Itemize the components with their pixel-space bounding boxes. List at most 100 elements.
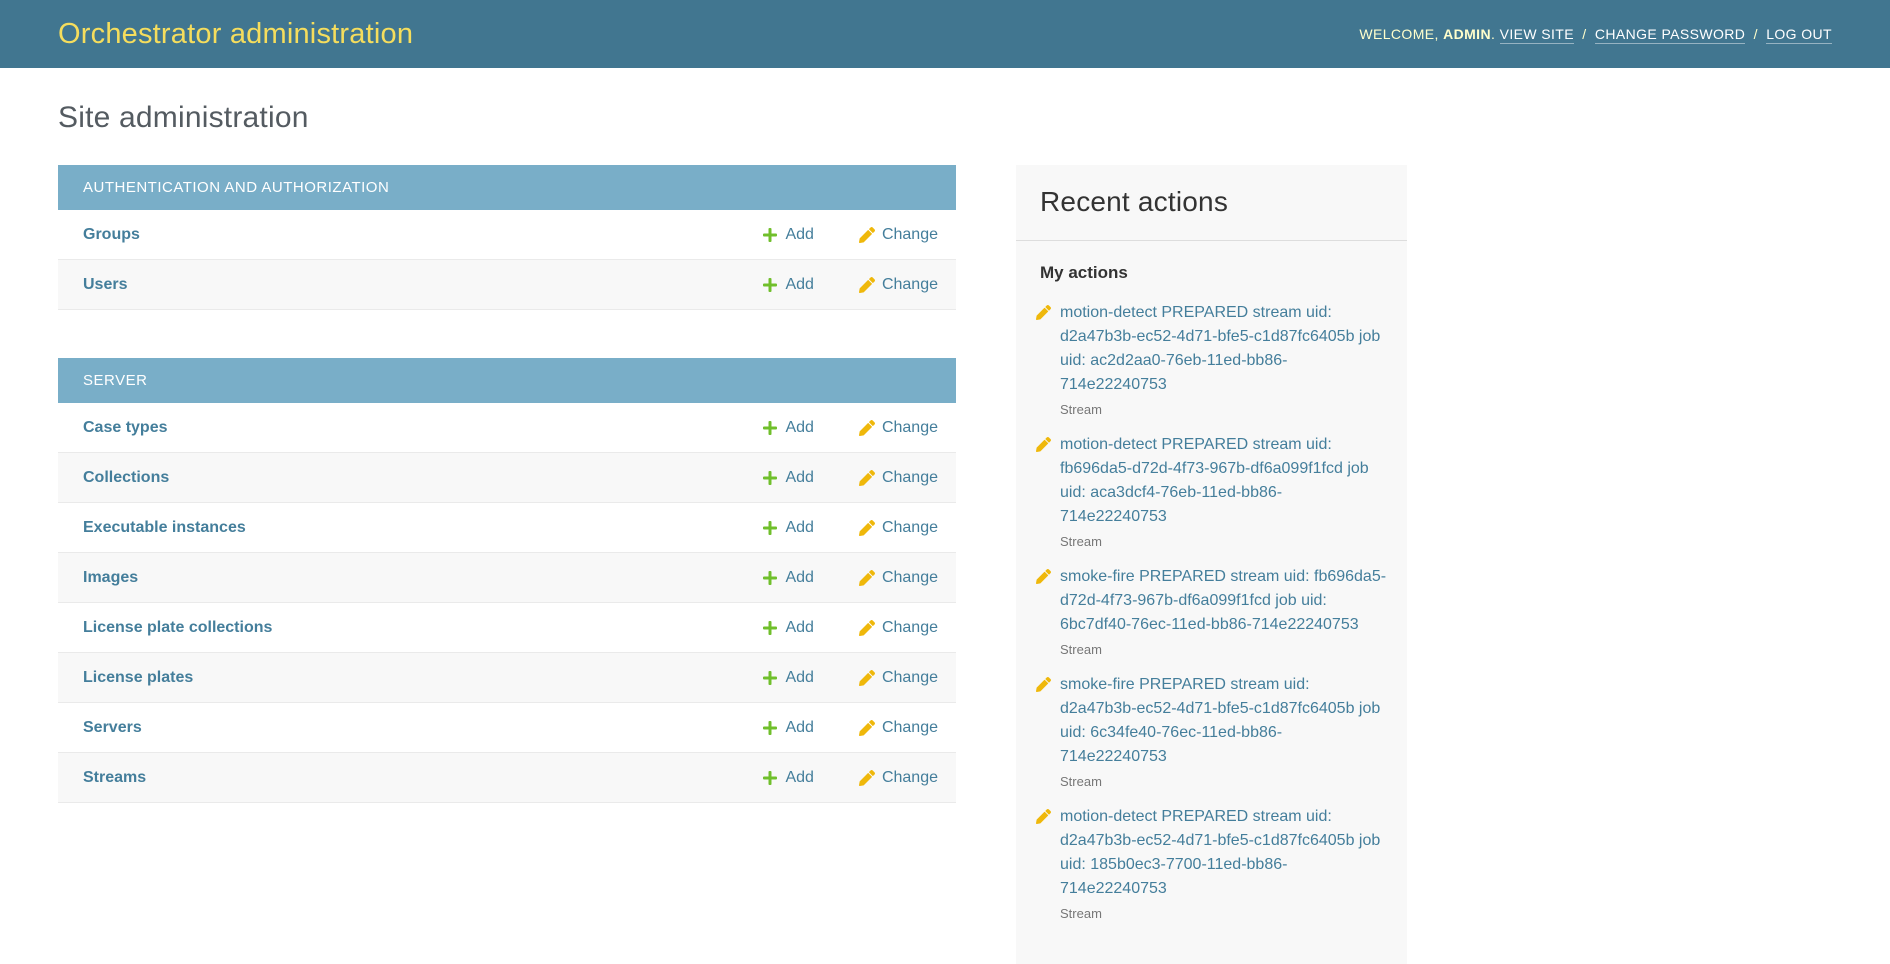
module-authentication: Authentication and Authorization Groups … bbox=[58, 165, 956, 310]
add-images-button[interactable]: Add bbox=[762, 569, 813, 587]
table-row: Executable instances Add Change bbox=[58, 503, 956, 553]
change-case-types-button[interactable]: Change bbox=[859, 419, 938, 437]
add-label: Add bbox=[785, 669, 813, 687]
table-row: Collections Add Change bbox=[58, 453, 956, 503]
view-site-link[interactable]: View site bbox=[1500, 26, 1574, 44]
model-link-images[interactable]: Images bbox=[83, 569, 762, 587]
pencil-icon bbox=[1036, 809, 1051, 824]
table-row: Case types Add Change bbox=[58, 403, 956, 453]
recent-action-type: Stream bbox=[1060, 402, 1387, 417]
change-password-link[interactable]: Change password bbox=[1595, 26, 1745, 44]
separator: / bbox=[1754, 26, 1758, 42]
plus-icon bbox=[762, 470, 778, 486]
list-item: smoke-fire PREPARED stream uid: fb696da5… bbox=[1036, 565, 1387, 657]
add-streams-button[interactable]: Add bbox=[762, 769, 813, 787]
model-link-license-plate-collections[interactable]: License plate collections bbox=[83, 619, 762, 637]
pencil-icon bbox=[1036, 677, 1051, 692]
change-images-button[interactable]: Change bbox=[859, 569, 938, 587]
table-row: License plate collections Add Change bbox=[58, 603, 956, 653]
add-label: Add bbox=[785, 569, 813, 587]
model-link-case-types[interactable]: Case types bbox=[83, 419, 762, 437]
module-server: Server Case types Add Change bbox=[58, 358, 956, 803]
list-item: motion-detect PREPARED stream uid: d2a47… bbox=[1036, 301, 1387, 417]
change-executable-instances-button[interactable]: Change bbox=[859, 519, 938, 537]
change-collections-button[interactable]: Change bbox=[859, 469, 938, 487]
recent-action-link[interactable]: smoke-fire PREPARED stream uid: fb696da5… bbox=[1060, 565, 1387, 637]
plus-icon bbox=[762, 720, 778, 736]
list-item: motion-detect PREPARED stream uid: d2a47… bbox=[1036, 805, 1387, 921]
add-users-button[interactable]: Add bbox=[762, 276, 813, 294]
pencil-icon bbox=[859, 420, 875, 436]
pencil-icon bbox=[859, 277, 875, 293]
change-label: Change bbox=[882, 519, 938, 537]
pencil-icon bbox=[859, 720, 875, 736]
change-label: Change bbox=[882, 226, 938, 244]
recent-action-link[interactable]: motion-detect PREPARED stream uid: d2a47… bbox=[1060, 301, 1387, 397]
model-link-servers[interactable]: Servers bbox=[83, 719, 762, 737]
plus-icon bbox=[762, 520, 778, 536]
plus-icon bbox=[762, 570, 778, 586]
add-label: Add bbox=[785, 226, 813, 244]
plus-icon bbox=[762, 770, 778, 786]
recent-action-link[interactable]: smoke-fire PREPARED stream uid: d2a47b3b… bbox=[1060, 673, 1387, 769]
add-collections-button[interactable]: Add bbox=[762, 469, 813, 487]
model-link-groups[interactable]: Groups bbox=[83, 226, 762, 244]
add-license-plates-button[interactable]: Add bbox=[762, 669, 813, 687]
recent-action-link[interactable]: motion-detect PREPARED stream uid: d2a47… bbox=[1060, 805, 1387, 901]
model-link-users[interactable]: Users bbox=[83, 276, 762, 294]
user-tools: Welcome, admin. View site / Change passw… bbox=[1359, 26, 1832, 42]
module-caption-server[interactable]: Server bbox=[58, 358, 956, 403]
table-row: Servers Add Change bbox=[58, 703, 956, 753]
pencil-icon bbox=[859, 770, 875, 786]
change-label: Change bbox=[882, 276, 938, 294]
model-link-license-plates[interactable]: License plates bbox=[83, 669, 762, 687]
change-streams-button[interactable]: Change bbox=[859, 769, 938, 787]
change-label: Change bbox=[882, 469, 938, 487]
add-groups-button[interactable]: Add bbox=[762, 226, 813, 244]
change-license-plates-button[interactable]: Change bbox=[859, 669, 938, 687]
model-link-streams[interactable]: Streams bbox=[83, 769, 762, 787]
username-dot: . bbox=[1491, 26, 1495, 42]
add-servers-button[interactable]: Add bbox=[762, 719, 813, 737]
recent-actions-list: motion-detect PREPARED stream uid: d2a47… bbox=[1036, 301, 1387, 921]
table-row: License plates Add Change bbox=[58, 653, 956, 703]
change-label: Change bbox=[882, 419, 938, 437]
recent-action-type: Stream bbox=[1060, 774, 1387, 789]
recent-action-link[interactable]: motion-detect PREPARED stream uid: fb696… bbox=[1060, 433, 1387, 529]
add-license-plate-collections-button[interactable]: Add bbox=[762, 619, 813, 637]
page-title: Site administration bbox=[58, 101, 1890, 135]
plus-icon bbox=[762, 277, 778, 293]
change-license-plate-collections-button[interactable]: Change bbox=[859, 619, 938, 637]
separator: / bbox=[1582, 26, 1586, 42]
add-label: Add bbox=[785, 276, 813, 294]
change-label: Change bbox=[882, 569, 938, 587]
change-users-button[interactable]: Change bbox=[859, 276, 938, 294]
change-label: Change bbox=[882, 769, 938, 787]
plus-icon bbox=[762, 620, 778, 636]
plus-icon bbox=[762, 227, 778, 243]
pencil-icon bbox=[859, 227, 875, 243]
add-label: Add bbox=[785, 469, 813, 487]
module-caption-authentication[interactable]: Authentication and Authorization bbox=[58, 165, 956, 210]
add-executable-instances-button[interactable]: Add bbox=[762, 519, 813, 537]
pencil-icon bbox=[1036, 569, 1051, 584]
change-servers-button[interactable]: Change bbox=[859, 719, 938, 737]
log-out-link[interactable]: Log out bbox=[1766, 26, 1832, 44]
change-label: Change bbox=[882, 719, 938, 737]
content-area: Site administration Authentication and A… bbox=[0, 101, 1890, 964]
table-row: Images Add Change bbox=[58, 553, 956, 603]
model-link-executable-instances[interactable]: Executable instances bbox=[83, 519, 762, 537]
table-row: Streams Add Change bbox=[58, 753, 956, 803]
change-label: Change bbox=[882, 669, 938, 687]
pencil-icon bbox=[859, 520, 875, 536]
recent-action-type: Stream bbox=[1060, 906, 1387, 921]
table-row: Groups Add Change bbox=[58, 210, 956, 260]
add-case-types-button[interactable]: Add bbox=[762, 419, 813, 437]
recent-actions-panel: Recent actions My actions motion-detect … bbox=[1016, 165, 1407, 964]
app-header: Orchestrator administration Welcome, adm… bbox=[0, 0, 1890, 68]
model-link-collections[interactable]: Collections bbox=[83, 469, 762, 487]
model-list-column: Authentication and Authorization Groups … bbox=[58, 165, 956, 803]
site-title[interactable]: Orchestrator administration bbox=[58, 18, 413, 51]
recent-action-type: Stream bbox=[1060, 642, 1387, 657]
change-groups-button[interactable]: Change bbox=[859, 226, 938, 244]
